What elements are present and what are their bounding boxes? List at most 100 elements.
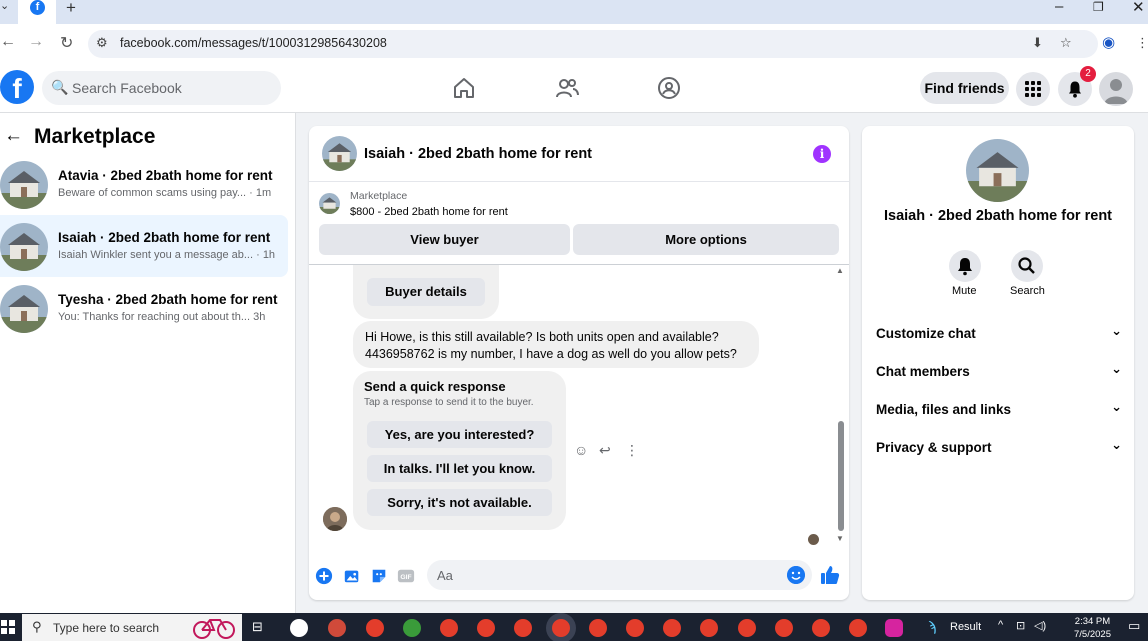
media-files-links-row[interactable]: Media, files and links ⌄ — [876, 395, 1122, 425]
chrome-icon[interactable] — [366, 619, 384, 637]
message-more-icon[interactable]: ⋮ — [625, 442, 639, 459]
scroll-up-arrow-icon[interactable]: ▲ — [836, 266, 844, 275]
section-label: Chat members — [876, 364, 970, 379]
listing-profile-picture[interactable] — [966, 139, 1029, 202]
home-icon[interactable] — [452, 76, 476, 100]
chrome-icon[interactable] — [626, 619, 644, 637]
chrome-icon[interactable] — [477, 619, 495, 637]
chrome-icon[interactable] — [514, 619, 532, 637]
back-arrow-icon[interactable]: ← — [4, 125, 23, 147]
taskbar-app-icon[interactable] — [290, 619, 308, 637]
taskbar-app-icon[interactable] — [403, 619, 421, 637]
section-label: Customize chat — [876, 326, 976, 341]
chat-members-row[interactable]: Chat members ⌄ — [876, 357, 1122, 387]
add-plus-icon[interactable] — [315, 567, 333, 585]
friends-icon[interactable] — [555, 76, 579, 100]
info-icon[interactable]: i — [813, 145, 831, 163]
chat-scrollbar[interactable] — [838, 421, 844, 531]
account-avatar[interactable] — [1099, 72, 1133, 106]
sender-avatar[interactable] — [323, 507, 347, 531]
notification-center-icon[interactable]: ▭ — [1128, 618, 1140, 634]
taskbar-search-box[interactable]: ⚲ Type here to search — [22, 614, 242, 641]
chrome-icon-active[interactable] — [552, 619, 570, 637]
chrome-icon[interactable] — [812, 619, 830, 637]
more-options-button[interactable]: More options — [573, 224, 839, 255]
tray-speaker-icon[interactable]: ◁) — [1034, 619, 1046, 632]
chat-house-thumbnail[interactable] — [322, 136, 357, 171]
url-text[interactable]: facebook.com/messages/t/1000312985643020… — [120, 36, 387, 50]
chrome-icon[interactable] — [738, 619, 756, 637]
chrome-icon[interactable] — [589, 619, 607, 637]
weather-icon[interactable]: ϡ — [928, 618, 936, 634]
minimize-icon[interactable]: – — [1055, 0, 1063, 15]
forward-arrow-icon[interactable]: → — [28, 33, 44, 51]
windows-start-icon[interactable] — [1, 620, 15, 634]
close-window-icon[interactable]: ✕ — [1132, 0, 1145, 16]
restore-icon[interactable]: ❐ — [1093, 0, 1104, 14]
quick-response-card: Send a quick response Tap a response to … — [353, 371, 566, 530]
chevron-down-icon: ⌄ — [1111, 399, 1122, 414]
taskbar-clock[interactable]: 2:34 PM 7/5/2025 — [1074, 615, 1111, 641]
task-view-icon[interactable]: ⊟ — [252, 619, 263, 635]
new-tab-button[interactable]: + — [66, 0, 76, 18]
reload-icon[interactable]: ↻ — [60, 33, 73, 53]
back-arrow-icon[interactable]: ← — [0, 33, 16, 51]
chrome-icon[interactable] — [700, 619, 718, 637]
install-app-icon[interactable]: ⬇ — [1032, 35, 1043, 51]
chrome-icon[interactable] — [775, 619, 793, 637]
message-composer: GIF Aa — [309, 556, 849, 600]
view-buyer-button[interactable]: View buyer — [319, 224, 570, 255]
photo-icon[interactable] — [343, 567, 361, 585]
chrome-icon[interactable] — [440, 619, 458, 637]
mute-bell-icon[interactable] — [949, 250, 981, 282]
find-friends-button[interactable]: Find friends — [920, 72, 1009, 104]
menu-grid-icon[interactable] — [1016, 72, 1050, 106]
react-smiley-icon[interactable]: ☺ — [574, 442, 588, 458]
instagram-icon[interactable] — [885, 619, 903, 637]
incoming-message: Hi Howe, is this still available? Is bot… — [353, 321, 759, 368]
chrome-icon[interactable] — [849, 619, 867, 637]
facebook-logo-icon[interactable]: f — [0, 70, 34, 104]
message-input[interactable]: Aa — [427, 560, 812, 590]
browser-tab-facebook[interactable]: f — [18, 0, 56, 24]
conversation-name: Tyesha · 2bed 2bath home for rent — [58, 292, 278, 307]
chrome-icon[interactable] — [663, 619, 681, 637]
quick-response-title: Send a quick response — [364, 379, 506, 394]
taskbar-widget-label[interactable]: Result — [950, 621, 981, 633]
buyer-details-button[interactable]: Buyer details — [367, 278, 485, 306]
site-settings-icon[interactable]: ⚙ — [96, 35, 108, 51]
chat-header: Isaiah · 2bed 2bath home for rent i — [309, 126, 849, 182]
search-in-chat-icon[interactable] — [1011, 250, 1043, 282]
section-label: Media, files and links — [876, 402, 1012, 417]
seen-indicator-avatar — [808, 534, 819, 545]
conversation-preview: You: Thanks for reaching out about th...… — [58, 311, 266, 323]
tray-network-icon[interactable]: ⊡ — [1016, 619, 1025, 632]
browser-menu-icon[interactable]: ⋮ — [1136, 35, 1148, 51]
bookmark-star-icon[interactable]: ☆ — [1060, 35, 1072, 51]
thumbs-up-icon[interactable] — [820, 565, 840, 585]
emoji-icon[interactable] — [787, 566, 805, 584]
privacy-support-row[interactable]: Privacy & support ⌄ — [876, 433, 1122, 463]
chat-window: Isaiah · 2bed 2bath home for rent i Mark… — [309, 126, 849, 600]
customize-chat-row[interactable]: Customize chat ⌄ — [876, 319, 1122, 349]
listing-price-title[interactable]: $800 - 2bed 2bath home for rent — [350, 206, 508, 218]
quick-response-option[interactable]: In talks. I'll let you know. — [367, 455, 552, 482]
quick-response-option[interactable]: Sorry, it's not available. — [367, 489, 552, 516]
sticker-icon[interactable] — [370, 567, 388, 585]
tab-list-chevron-icon[interactable]: ⌄ — [0, 0, 9, 12]
conversation-item[interactable]: Atavia · 2bed 2bath home for rent Beware… — [0, 153, 288, 215]
groups-icon[interactable] — [657, 76, 681, 100]
scroll-down-arrow-icon[interactable]: ▼ — [836, 534, 844, 543]
conversation-item[interactable]: Tyesha · 2bed 2bath home for rent You: T… — [0, 277, 288, 339]
quick-response-option[interactable]: Yes, are you interested? — [367, 421, 552, 448]
facebook-search-input[interactable]: 🔍 Search Facebook — [42, 71, 281, 105]
chat-title[interactable]: Isaiah · 2bed 2bath home for rent — [364, 146, 592, 162]
house-thumbnail — [0, 161, 48, 209]
profile-icon[interactable]: ◉ — [1102, 33, 1115, 51]
tray-chevron-up-icon[interactable]: ^ — [998, 619, 1003, 631]
gif-icon[interactable]: GIF — [397, 567, 415, 585]
house-thumbnail — [0, 223, 48, 271]
taskbar-app-icon[interactable] — [328, 619, 346, 637]
conversation-item-selected[interactable]: Isaiah · 2bed 2bath home for rent Isaiah… — [0, 215, 288, 277]
reply-arrow-icon[interactable]: ↩ — [599, 442, 611, 459]
